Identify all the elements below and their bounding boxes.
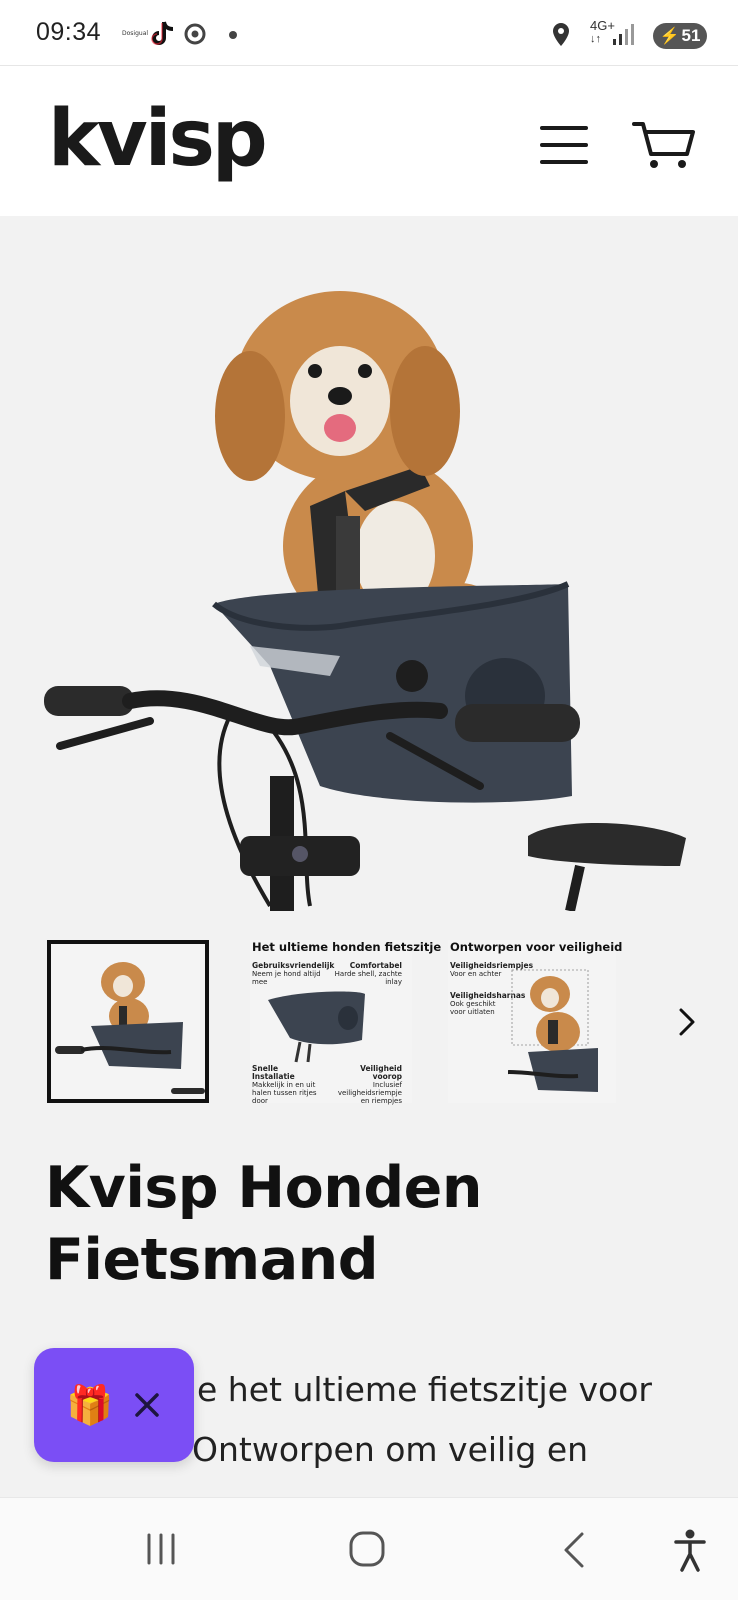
status-time: 09:34 (36, 18, 102, 46)
battery-indicator: ⚡ 51 (653, 23, 707, 49)
gift-icon[interactable]: 🎁 (66, 1383, 113, 1428)
chrome-icon (184, 23, 206, 45)
product-main-image[interactable] (0, 216, 738, 913)
feature-text: Makkelijk in en uit halen tussen ritjes … (252, 1081, 317, 1105)
product-title: Kvisp Honden Fietsmand (45, 1155, 482, 1293)
thumbnail-title: Het ultieme honden fietszitje (252, 940, 442, 954)
feature-label: Snelle Installatie (252, 1064, 295, 1081)
feature-label: Gebruiksvriendelijk (252, 961, 335, 970)
thumbnail-2[interactable]: Het ultieme honden fietszitje Gebruiksvr… (250, 940, 441, 1105)
menu-button[interactable] (540, 126, 592, 166)
shopping-cart-icon[interactable] (632, 118, 696, 178)
gift-widget[interactable]: 🎁 (34, 1348, 194, 1462)
home-icon[interactable] (348, 1530, 386, 1568)
charging-icon: ⚡ (659, 28, 680, 45)
thumbnail-strip: Het ultieme honden fietszitje Gebruiksvr… (0, 930, 738, 1105)
hamburger-menu-icon (540, 126, 588, 130)
battery-level: 51 (681, 26, 701, 45)
thumbnail-basket-image (268, 991, 365, 1063)
feature-text: Voor en achter (450, 970, 502, 978)
chevron-right-icon[interactable] (672, 1002, 702, 1042)
signal-icon (613, 24, 634, 45)
status-notification-label: Dosigual (122, 30, 149, 37)
feature-text: Ook geschikt voor uitlaten (450, 1000, 496, 1016)
notification-dot-icon (229, 31, 237, 39)
close-icon[interactable] (132, 1390, 162, 1420)
back-icon[interactable] (560, 1530, 588, 1570)
feature-text: Inclusief veiligheidsriempje en riempjes (337, 1081, 402, 1105)
thumbnail-product-image (55, 962, 205, 1094)
thumbnail-title: Ontworpen voor veiligheid (450, 940, 623, 954)
tiktok-icon (151, 21, 174, 45)
location-icon (553, 23, 569, 46)
site-header: kvisp (0, 66, 738, 216)
status-bar: 09:34 Dosigual 4G+ ↓↑ ⚡ 51 (0, 0, 738, 66)
recent-apps-icon[interactable] (144, 1532, 178, 1566)
accessibility-icon[interactable] (672, 1528, 708, 1572)
site-logo[interactable]: kvisp (48, 94, 268, 184)
thumbnail-1[interactable] (47, 940, 209, 1103)
system-nav-bar (0, 1497, 738, 1600)
thumbnail-dog-image (508, 969, 598, 1092)
feature-label: Veiligheid voorop (360, 1064, 402, 1081)
feature-label: Comfortabel (349, 961, 402, 970)
thumbnail-3[interactable]: Ontworpen voor veiligheid Veiligheidsrie… (448, 940, 622, 1103)
